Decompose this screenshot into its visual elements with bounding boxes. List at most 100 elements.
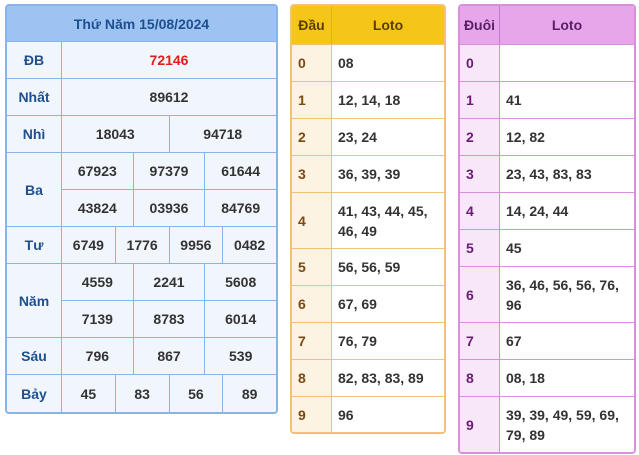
dau-row: 9 96 xyxy=(292,396,444,432)
duoi-row: 1 41 xyxy=(460,81,634,118)
prize-number: 867 xyxy=(132,338,205,374)
prize-number: 8783 xyxy=(132,301,205,337)
prize-number: 796 xyxy=(62,338,133,374)
dau-key: 4 xyxy=(292,193,332,248)
prize-number: 72146 xyxy=(62,42,276,78)
dau-row: 4 41, 43, 44, 45, 46, 49 xyxy=(292,192,444,248)
duoi-key: 4 xyxy=(460,193,500,229)
dau-key: 6 xyxy=(292,286,332,322)
duoi-row: 8 08, 18 xyxy=(460,359,634,396)
duoi-row: 4 14, 24, 44 xyxy=(460,192,634,229)
duoi-row: 3 23, 43, 83, 83 xyxy=(460,155,634,192)
prize-label: ĐB xyxy=(7,42,62,78)
prize-number: 56 xyxy=(168,375,223,412)
prize-number: 2241 xyxy=(132,264,205,300)
dau-values: 96 xyxy=(332,397,444,432)
dau-values: 12, 14, 18 xyxy=(332,82,444,118)
dau-row: 5 56, 56, 59 xyxy=(292,248,444,285)
prize-number: 89 xyxy=(222,375,276,412)
prize-number: 4559 xyxy=(62,264,133,300)
results-title: Thứ Năm 15/08/2024 xyxy=(7,6,276,42)
dau-row: 3 36, 39, 39 xyxy=(292,155,444,192)
dau-header-key: Đầu xyxy=(292,6,332,44)
duoi-key: 0 xyxy=(460,45,500,81)
duoi-row: 9 39, 39, 49, 59, 69, 79, 89 xyxy=(460,396,634,452)
dau-values: 67, 69 xyxy=(332,286,444,322)
prize-number: 43824 xyxy=(62,190,133,226)
prize-number: 1776 xyxy=(114,227,169,263)
duoi-key: 5 xyxy=(460,230,500,266)
duoi-key: 3 xyxy=(460,156,500,192)
dau-key: 2 xyxy=(292,119,332,155)
duoi-values: 14, 24, 44 xyxy=(500,193,634,229)
duoi-key: 9 xyxy=(460,397,500,452)
dau-key: 7 xyxy=(292,323,332,359)
dau-values: 23, 24 xyxy=(332,119,444,155)
dau-key: 0 xyxy=(292,45,332,81)
prize-number: 89612 xyxy=(62,79,276,115)
duoi-key: 6 xyxy=(460,267,500,322)
dau-values: 36, 39, 39 xyxy=(332,156,444,192)
duoi-header: Đuôi Loto xyxy=(460,6,634,44)
duoi-row: 6 36, 46, 56, 56, 76, 96 xyxy=(460,266,634,322)
prize-row-sau: Sáu 796 867 539 xyxy=(7,338,276,375)
duoi-key: 2 xyxy=(460,119,500,155)
prize-number: 539 xyxy=(204,338,276,374)
duoi-key: 7 xyxy=(460,323,500,359)
prize-label: Nhất xyxy=(7,79,62,115)
duoi-row: 2 12, 82 xyxy=(460,118,634,155)
prize-row-bay: Bảy 45 83 56 89 xyxy=(7,375,276,412)
prize-label: Tư xyxy=(7,227,62,263)
prize-number: 5608 xyxy=(204,264,276,300)
duoi-header-loto: Loto xyxy=(551,17,583,33)
duoi-values: 67 xyxy=(500,323,634,359)
prize-row-ba: Ba 67923 97379 61644 43824 03936 84769 xyxy=(7,153,276,227)
prize-number: 7139 xyxy=(62,301,133,337)
dau-key: 5 xyxy=(292,249,332,285)
dau-values: 82, 83, 83, 89 xyxy=(332,360,444,396)
duoi-loto-table: Đuôi Loto 0 1 41 2 12, 82 3 23, 43, 83, … xyxy=(458,4,636,454)
results-table: Thứ Năm 15/08/2024 ĐB 72146 Nhất 89612 N… xyxy=(5,4,278,414)
prize-number: 9956 xyxy=(168,227,223,263)
duoi-values: 36, 46, 56, 56, 76, 96 xyxy=(500,267,634,322)
duoi-values: 39, 39, 49, 59, 69, 79, 89 xyxy=(500,397,634,452)
prize-number: 45 xyxy=(62,375,115,412)
prize-label: Bảy xyxy=(7,375,62,412)
prize-row-nhat: Nhất 89612 xyxy=(7,79,276,116)
dau-values: 76, 79 xyxy=(332,323,444,359)
prize-number: 67923 xyxy=(62,153,133,189)
duoi-values: 08, 18 xyxy=(500,360,634,396)
duoi-row: 0 xyxy=(460,44,634,81)
dau-values: 08 xyxy=(332,45,444,81)
dau-key: 8 xyxy=(292,360,332,396)
dau-key: 1 xyxy=(292,82,332,118)
prize-number: 84769 xyxy=(204,190,276,226)
prize-number: 6749 xyxy=(62,227,115,263)
dau-values: 41, 43, 44, 45, 46, 49 xyxy=(332,193,444,248)
dau-row: 2 23, 24 xyxy=(292,118,444,155)
prize-number: 0482 xyxy=(222,227,276,263)
prize-row-nam: Năm 4559 2241 5608 7139 8783 6014 xyxy=(7,264,276,338)
dau-row: 6 67, 69 xyxy=(292,285,444,322)
dau-row: 8 82, 83, 83, 89 xyxy=(292,359,444,396)
duoi-values: 45 xyxy=(500,230,634,266)
prize-row-nhi: Nhì 18043 94718 xyxy=(7,116,276,153)
prize-number: 18043 xyxy=(62,116,169,152)
duoi-values: 23, 43, 83, 83 xyxy=(500,156,634,192)
duoi-key: 1 xyxy=(460,82,500,118)
dau-key: 9 xyxy=(292,397,332,432)
dau-row: 0 08 xyxy=(292,44,444,81)
prize-label: Ba xyxy=(7,153,62,226)
prize-number: 83 xyxy=(114,375,169,412)
dau-header-loto: Loto xyxy=(372,17,404,33)
prize-number: 94718 xyxy=(168,116,276,152)
prize-label: Sáu xyxy=(7,338,62,374)
prize-number: 61644 xyxy=(204,153,276,189)
prize-label: Nhì xyxy=(7,116,62,152)
prize-label: Năm xyxy=(7,264,62,337)
dau-loto-table: Đầu Loto 0 08 1 12, 14, 18 2 23, 24 3 36… xyxy=(290,4,446,434)
duoi-header-key: Đuôi xyxy=(460,6,500,44)
duoi-key: 8 xyxy=(460,360,500,396)
duoi-values xyxy=(500,45,634,81)
duoi-row: 7 67 xyxy=(460,322,634,359)
